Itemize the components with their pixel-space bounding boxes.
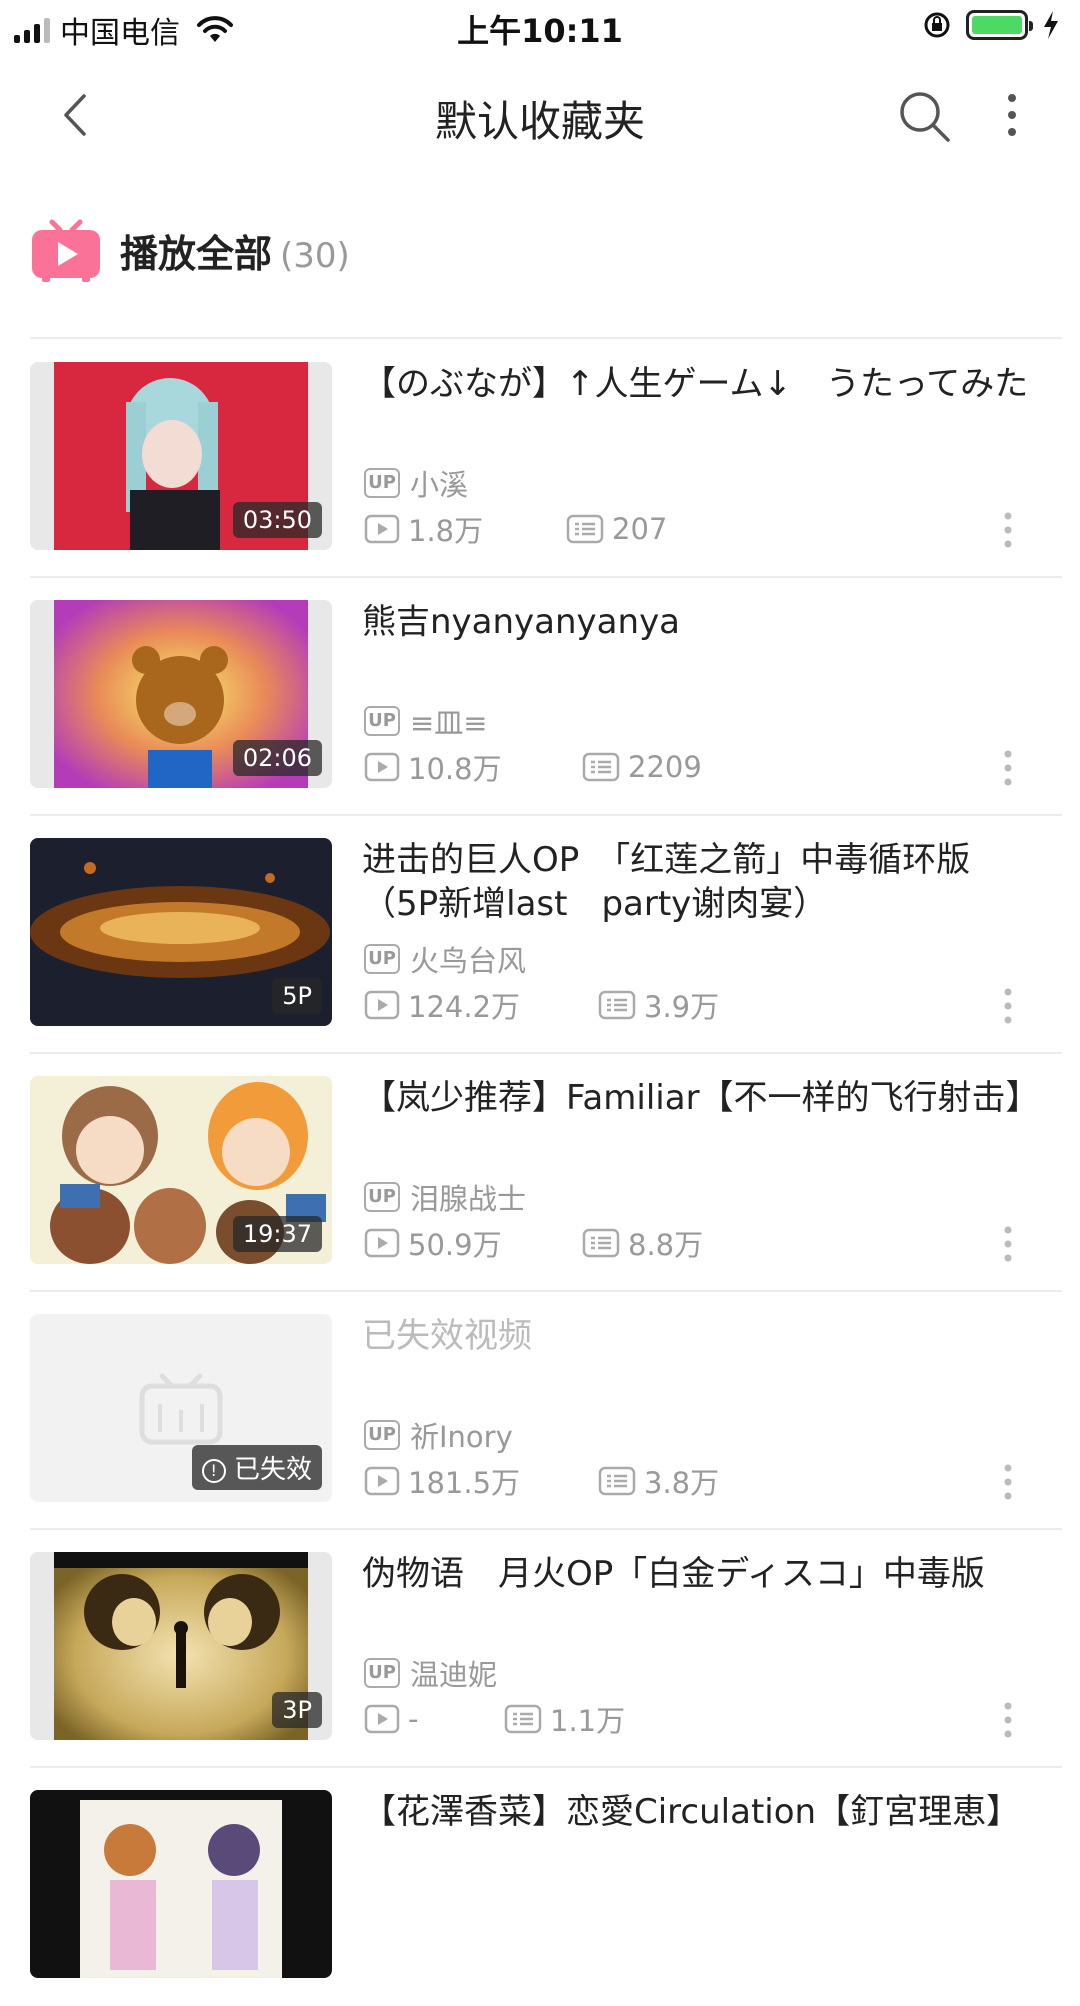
play-count-icon xyxy=(364,1228,400,1258)
duration-badge: 5P xyxy=(272,978,322,1014)
more-vertical-icon[interactable] xyxy=(1002,1224,1014,1264)
danmaku-count: 3.8万 xyxy=(644,1466,720,1500)
up-badge: UP xyxy=(364,1420,400,1450)
duration-badge: 02:06 xyxy=(232,740,322,776)
danmaku-icon xyxy=(582,1228,620,1258)
duration-badge: 3P xyxy=(272,1692,322,1728)
play-count-icon xyxy=(364,1466,400,1496)
play-count-icon xyxy=(364,990,400,1020)
play-count: 10.8万 xyxy=(408,752,502,786)
rotation-lock-icon xyxy=(924,12,950,38)
video-title[interactable]: 【のぶなが】↑人生ゲーム↓ うたってみた xyxy=(362,362,1042,406)
stats-row: 181.5万 3.8万 xyxy=(364,1460,719,1502)
uploader-name: 温迪妮 xyxy=(410,1658,498,1692)
play-count: 124.2万 xyxy=(408,990,521,1024)
video-thumbnail[interactable]: 5P xyxy=(30,838,332,1026)
duration-badge: 03:50 xyxy=(232,502,322,538)
uploader-name: 祈Inory xyxy=(410,1420,513,1454)
list-item[interactable]: 03:50 【のぶなが】↑人生ゲーム↓ うたってみた UP 小溪 1.8万 20… xyxy=(0,340,1080,578)
battery-icon xyxy=(966,10,1033,40)
thumbnail-image xyxy=(30,1790,332,1978)
more-vertical-icon[interactable] xyxy=(1002,748,1014,788)
video-title[interactable]: 熊吉nyanyanyanya xyxy=(362,600,1042,644)
list-item[interactable]: ! 已失效 已失效视频 UP 祈Inory 181.5万 3.8万 xyxy=(0,1292,1080,1530)
status-time: 上午10:11 xyxy=(457,12,623,50)
stats-row: 1.8万 207 xyxy=(364,508,667,550)
danmaku-count: 1.1万 xyxy=(550,1704,626,1738)
video-thumbnail[interactable]: 3P xyxy=(30,1552,332,1740)
status-bar: 中国电信 上午10:11 xyxy=(0,0,1080,54)
video-thumbnail[interactable]: 02:06 xyxy=(30,600,332,788)
video-list: 03:50 【のぶなが】↑人生ゲーム↓ うたってみた UP 小溪 1.8万 20… xyxy=(0,340,1080,2006)
uploader-row[interactable]: UP 温迪妮 xyxy=(364,1652,497,1694)
video-title[interactable]: 已失效视频 xyxy=(362,1314,1042,1358)
play-count: 1.8万 xyxy=(408,514,484,548)
search-icon[interactable] xyxy=(896,88,952,144)
invalid-label: 已失效 xyxy=(233,1455,312,1485)
danmaku-icon xyxy=(566,514,604,544)
danmaku-icon xyxy=(504,1704,542,1734)
uploader-row[interactable]: UP 火鸟台风 xyxy=(364,938,526,980)
list-item[interactable]: 【花澤香菜】恋愛Circulation【釘宮理恵】 xyxy=(0,1768,1080,2006)
video-title[interactable]: 进击的巨人OP 「红莲之箭」中毒循环版（5P新增last party谢肉宴） xyxy=(362,838,1042,926)
play-count: - xyxy=(408,1702,419,1736)
play-all-button[interactable]: 播放全部 (30) xyxy=(30,210,350,290)
status-right xyxy=(922,10,1060,40)
video-title[interactable]: 伪物语 月火OP「白金ディスコ」中毒版 xyxy=(362,1552,1042,1596)
stats-row: 50.9万 8.8万 xyxy=(364,1222,703,1264)
list-item[interactable]: 02:06 熊吉nyanyanyanya UP ≡皿≡ 10.8万 2209 xyxy=(0,578,1080,816)
play-count: 50.9万 xyxy=(408,1228,502,1262)
list-item[interactable]: 3P 伪物语 月火OP「白金ディスコ」中毒版 UP 温迪妮 - 1.1万 xyxy=(0,1530,1080,1768)
stats-row: 124.2万 3.9万 xyxy=(364,984,719,1026)
uploader-row[interactable]: UP 泪腺战士 xyxy=(364,1176,526,1218)
play-count-icon xyxy=(364,514,400,544)
video-thumbnail[interactable]: 19:37 xyxy=(30,1076,332,1264)
more-vertical-icon[interactable] xyxy=(1002,986,1014,1026)
play-all-count: (30) xyxy=(280,235,350,276)
up-badge: UP xyxy=(364,1182,400,1212)
play-count-icon xyxy=(364,1704,400,1734)
uploader-name: ≡皿≡ xyxy=(410,706,488,740)
up-badge: UP xyxy=(364,1658,400,1688)
list-item[interactable]: 19:37 【岚少推荐】Familiar【不一样的飞行射击】 UP 泪腺战士 5… xyxy=(0,1054,1080,1292)
play-all-label: 播放全部 xyxy=(120,231,273,276)
stats-row: - 1.1万 xyxy=(364,1698,625,1740)
danmaku-count: 3.9万 xyxy=(644,990,720,1024)
tv-play-icon xyxy=(32,219,100,282)
warning-icon: ! xyxy=(201,1458,226,1483)
charging-icon xyxy=(1044,11,1058,39)
stats-row: 10.8万 2209 xyxy=(364,746,702,788)
list-item[interactable]: 5P 进击的巨人OP 「红莲之箭」中毒循环版（5P新增last party谢肉宴… xyxy=(0,816,1080,1054)
video-thumbnail[interactable]: ! 已失效 xyxy=(30,1314,332,1502)
play-count-icon xyxy=(364,752,400,782)
uploader-row[interactable]: UP ≡皿≡ xyxy=(364,700,488,742)
up-badge: UP xyxy=(364,468,400,498)
video-title[interactable]: 【岚少推荐】Familiar【不一样的飞行射击】 xyxy=(362,1076,1042,1120)
danmaku-icon xyxy=(582,752,620,782)
uploader-name: 火鸟台风 xyxy=(410,944,527,978)
video-thumbnail[interactable]: 03:50 xyxy=(30,362,332,550)
invalid-badge: ! 已失效 xyxy=(191,1445,322,1490)
divider xyxy=(30,337,1062,339)
danmaku-icon xyxy=(598,1466,636,1496)
uploader-row[interactable]: UP 祈Inory xyxy=(364,1414,513,1456)
duration-badge: 19:37 xyxy=(232,1216,322,1252)
play-count: 181.5万 xyxy=(408,1466,521,1500)
up-badge: UP xyxy=(364,706,400,736)
video-thumbnail[interactable] xyxy=(30,1790,332,1978)
more-vertical-icon[interactable] xyxy=(1002,1700,1014,1740)
uploader-name: 小溪 xyxy=(410,468,469,502)
uploader-name: 泪腺战士 xyxy=(410,1182,527,1216)
up-badge: UP xyxy=(364,944,400,974)
video-title[interactable]: 【花澤香菜】恋愛Circulation【釘宮理恵】 xyxy=(362,1790,1042,1834)
more-vertical-icon[interactable] xyxy=(1000,90,1024,140)
danmaku-count: 8.8万 xyxy=(628,1228,704,1262)
uploader-row[interactable]: UP 小溪 xyxy=(364,462,468,504)
more-vertical-icon[interactable] xyxy=(1002,1462,1014,1502)
more-vertical-icon[interactable] xyxy=(1002,510,1014,550)
danmaku-count: 207 xyxy=(612,512,668,546)
nav-bar: 默认收藏夹 xyxy=(0,60,1080,170)
danmaku-count: 2209 xyxy=(628,750,702,784)
danmaku-icon xyxy=(598,990,636,1020)
